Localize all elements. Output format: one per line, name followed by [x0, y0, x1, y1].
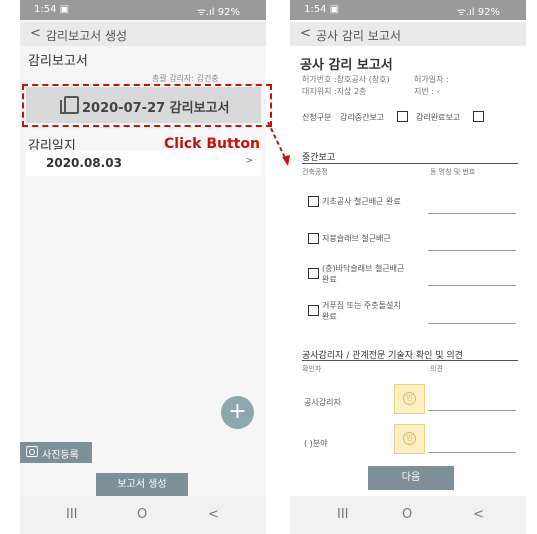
process-checkbox-4[interactable]: [308, 305, 319, 316]
permit-date: 허가일자 :: [414, 75, 449, 84]
home-button[interactable]: O: [402, 507, 412, 522]
chevron-left-icon[interactable]: <: [300, 26, 311, 41]
nav-bar: III O <: [20, 496, 266, 534]
final-report-checkbox[interactable]: [473, 111, 484, 122]
chevron-left-icon[interactable]: <: [30, 26, 41, 41]
nav-bar: III O <: [290, 496, 526, 534]
process-item-3-line2: 완료: [322, 275, 337, 284]
camera-lens: [29, 449, 35, 455]
app-bar: < 공사 감리 보고서: [290, 22, 526, 46]
seal-stamp-1[interactable]: 인: [394, 384, 425, 414]
confirmer-column-header: 확인자: [302, 365, 322, 373]
report-section-title: 감리보고서: [28, 54, 88, 69]
daily-item[interactable]: 2020.08.03 >: [26, 150, 261, 176]
create-report-button[interactable]: 보고서 생성: [96, 473, 188, 496]
process-item-4: 거푸집 또는 주춧돌설치: [322, 301, 401, 310]
photo-register-button[interactable]: 사진등록: [20, 442, 92, 463]
confirmer-label-2: ( )분야: [304, 439, 328, 448]
process-checkbox-3[interactable]: [308, 268, 319, 279]
page-title: 공사 감리 보고서: [300, 58, 393, 73]
daily-item-date: 2020.08.03: [46, 156, 122, 170]
next-button[interactable]: 다음: [368, 466, 454, 490]
annotation-label: Click Button: [164, 136, 260, 152]
opinion-input-1[interactable]: [428, 410, 516, 411]
process-checkbox-1[interactable]: [308, 196, 319, 207]
building-input-1[interactable]: [428, 213, 516, 214]
recent-apps-button[interactable]: III: [66, 507, 78, 522]
photo-register-label: 사진등록: [42, 450, 79, 461]
process-checkbox-2[interactable]: [308, 233, 319, 244]
app-bar-title: 공사 감리 보고서: [316, 29, 401, 43]
process-column-header: 건축공정: [302, 168, 328, 176]
opinion-input-2[interactable]: [428, 452, 516, 453]
building-column-header: 동 명칭 및 번호: [430, 168, 476, 176]
plus-icon[interactable]: +: [221, 396, 254, 429]
app-bar: < 감리보고서 생성: [20, 22, 266, 46]
building-input-4[interactable]: [428, 323, 516, 324]
process-item-4-line2: 완료: [322, 312, 337, 321]
interim-report-checkbox[interactable]: [397, 111, 408, 122]
seal-icon: 인: [403, 432, 416, 445]
process-item-3: (층)바닥슬래브 철근배근: [322, 264, 405, 273]
midterm-section-title: 중간보고: [302, 153, 336, 163]
back-button[interactable]: <: [473, 507, 484, 522]
recent-apps-button[interactable]: III: [337, 507, 349, 522]
application-type-label: 신청구분: [302, 113, 332, 122]
interim-report-label: 감리중간보고: [340, 113, 385, 122]
annotation-highlight-box: [22, 84, 272, 127]
building-input-3[interactable]: [428, 285, 516, 286]
opinion-column-header: 의견: [430, 365, 443, 373]
opinion-divider: [302, 360, 518, 361]
building-input-2[interactable]: [428, 250, 516, 251]
confirmer-label-1: 공사감리자: [304, 398, 341, 407]
home-button[interactable]: O: [137, 507, 147, 522]
lot-number: 지번 : -: [414, 87, 440, 96]
right-phone-screen: 1:54 ▣ ᯤ.ıl 92% < 공사 감리 보고서 공사 감리 보고서 허가…: [290, 0, 526, 534]
process-item-2: 지붕슬래브 철근배근: [322, 234, 391, 243]
left-phone-screen: 1:54 ▣ ᯤ.ıl 92% < 감리보고서 생성 감리보고서 총괄 감리자:…: [20, 0, 266, 534]
midterm-divider: [302, 163, 518, 164]
status-time: 1:54 ▣: [304, 4, 340, 15]
status-bar: 1:54 ▣ ᯤ.ıl 92%: [20, 0, 266, 20]
status-time: 1:54 ▣: [34, 4, 70, 15]
final-report-label: 감리완료보고: [416, 113, 461, 122]
app-bar-title: 감리보고서 생성: [46, 29, 128, 43]
seal-stamp-2[interactable]: 인: [394, 424, 425, 454]
status-bar: 1:54 ▣ ᯤ.ıl 92%: [290, 0, 526, 20]
seal-icon: 인: [403, 392, 416, 405]
permit-number: 허가번호 :창호공사 (창호): [302, 75, 390, 84]
status-signal: ᯤ.ıl 92%: [456, 7, 500, 18]
chevron-right-icon: >: [245, 156, 253, 166]
process-item-1: 기초공사 철근배근 완료: [322, 197, 401, 206]
site-location: 대지위치 :지상 2층: [302, 87, 367, 96]
supervisor-label: 총괄 감리자: 김건충: [152, 74, 219, 83]
back-button[interactable]: <: [208, 507, 219, 522]
status-signal: ᯤ.ıl 92%: [196, 7, 240, 18]
